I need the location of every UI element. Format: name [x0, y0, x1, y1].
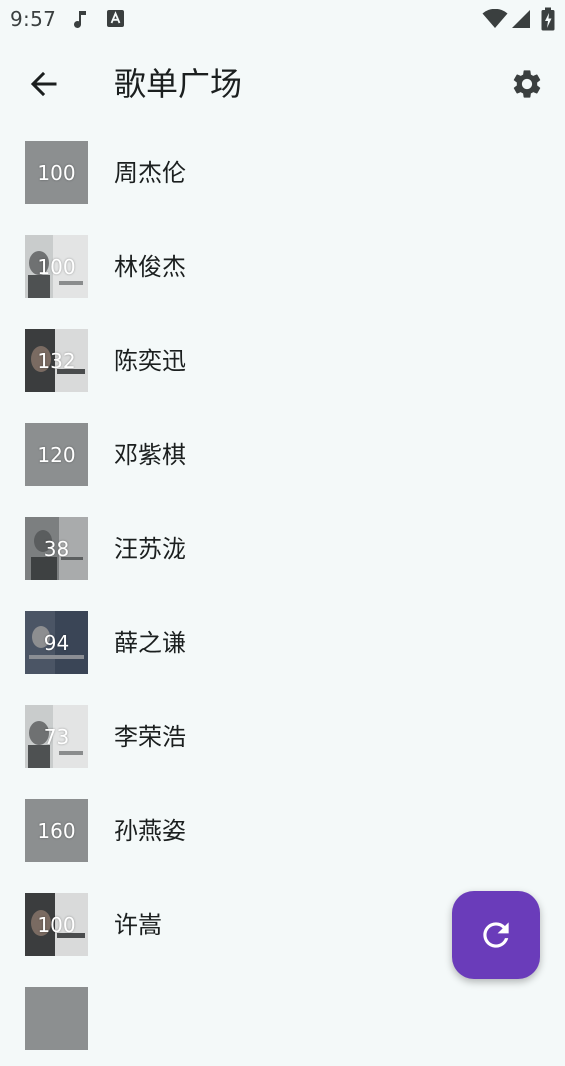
playlist-item[interactable]: 38 汪苏泷	[0, 502, 565, 596]
playlist-item[interactable]: 94 薛之谦	[0, 596, 565, 690]
playlist-name: 孙燕姿	[114, 817, 186, 845]
playlist-name: 林俊杰	[114, 253, 186, 281]
playlist-cover: 38	[25, 517, 88, 580]
status-time: 9:57	[10, 7, 57, 31]
back-button[interactable]	[20, 60, 68, 108]
playlist-cover: 132	[25, 329, 88, 392]
playlist-cover	[25, 987, 88, 1050]
page-title: 歌单广场	[114, 65, 243, 103]
playlist-cover: 94	[25, 611, 88, 674]
song-count: 120	[37, 442, 76, 467]
song-count: 38	[43, 536, 70, 561]
music-note-icon	[74, 11, 86, 28]
text-a-icon	[107, 10, 124, 27]
playlist-name: 薛之谦	[114, 629, 186, 657]
gear-icon	[513, 70, 541, 98]
song-count: 100	[37, 912, 76, 937]
playlist-name: 许嵩	[114, 911, 162, 939]
playlist-name: 陈奕迅	[114, 347, 186, 375]
signal-icon	[512, 10, 530, 28]
song-count: 100	[37, 160, 76, 185]
playlist-item[interactable]: 160 孙燕姿	[0, 784, 565, 878]
playlist-item[interactable]: 120 邓紫棋	[0, 408, 565, 502]
status-bar: 9:57	[0, 0, 565, 38]
playlist-cover: 100	[25, 893, 88, 956]
playlist-cover: 100	[25, 235, 88, 298]
song-count: 73	[43, 724, 70, 749]
song-count: 94	[43, 630, 70, 655]
playlist-name: 李荣浩	[114, 723, 186, 751]
playlist-item[interactable]	[0, 972, 565, 1066]
playlist-name: 汪苏泷	[114, 535, 186, 563]
song-count	[25, 987, 88, 1050]
playlist-name: 周杰伦	[114, 159, 186, 187]
battery-charging-icon	[541, 7, 555, 31]
song-count: 132	[37, 348, 76, 373]
refresh-button[interactable]	[452, 891, 540, 979]
playlist-cover: 160	[25, 799, 88, 862]
wifi-icon	[482, 9, 508, 28]
playlist-cover: 73	[25, 705, 88, 768]
playlist-item[interactable]: 132 陈奕迅	[0, 314, 565, 408]
song-count: 100	[37, 254, 76, 279]
playlist-item[interactable]: 100 周杰伦	[0, 126, 565, 220]
playlist-item[interactable]: 100 林俊杰	[0, 220, 565, 314]
playlist-cover: 120	[25, 423, 88, 486]
song-count: 160	[37, 818, 76, 843]
refresh-icon	[483, 922, 509, 948]
arrow-left-icon	[30, 71, 57, 97]
playlist-name: 邓紫棋	[114, 441, 186, 469]
playlist-cover: 100	[25, 141, 88, 204]
playlist-item[interactable]: 73 李荣浩	[0, 690, 565, 784]
settings-button[interactable]	[503, 60, 551, 108]
app-bar: 歌单广场	[0, 38, 565, 126]
